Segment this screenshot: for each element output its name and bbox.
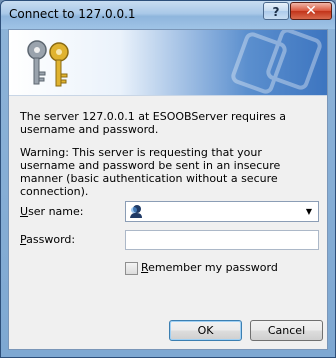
title-bar[interactable]: Connect to 127.0.0.1 ? ✕	[1, 1, 335, 29]
window-title: Connect to 127.0.0.1	[9, 7, 136, 21]
username-label: User name:	[20, 205, 84, 218]
security-warning: Warning: This server is requesting that …	[20, 146, 281, 198]
password-label: Password:	[20, 233, 76, 246]
banner-decoration	[219, 30, 327, 95]
remember-password-checkbox[interactable]	[125, 262, 138, 275]
dialog-banner	[9, 30, 327, 96]
ok-button[interactable]: OK	[169, 320, 242, 341]
cancel-button[interactable]: Cancel	[250, 320, 323, 341]
login-dialog: Connect to 127.0.0.1 ? ✕ The server 127.…	[0, 0, 336, 358]
keys-icon	[19, 36, 81, 93]
username-combobox[interactable]: ▼	[125, 201, 319, 222]
remember-password-label[interactable]: Remember my password	[141, 261, 278, 274]
dialog-client-area: The server 127.0.0.1 at ESOOBServer requ…	[8, 29, 328, 350]
close-button[interactable]: ✕	[290, 2, 332, 20]
password-field[interactable]	[125, 230, 319, 250]
help-button[interactable]: ?	[263, 2, 289, 20]
user-icon	[129, 204, 143, 222]
chevron-down-icon[interactable]: ▼	[302, 204, 316, 219]
server-message: The server 127.0.0.1 at ESOOBServer requ…	[20, 110, 287, 136]
